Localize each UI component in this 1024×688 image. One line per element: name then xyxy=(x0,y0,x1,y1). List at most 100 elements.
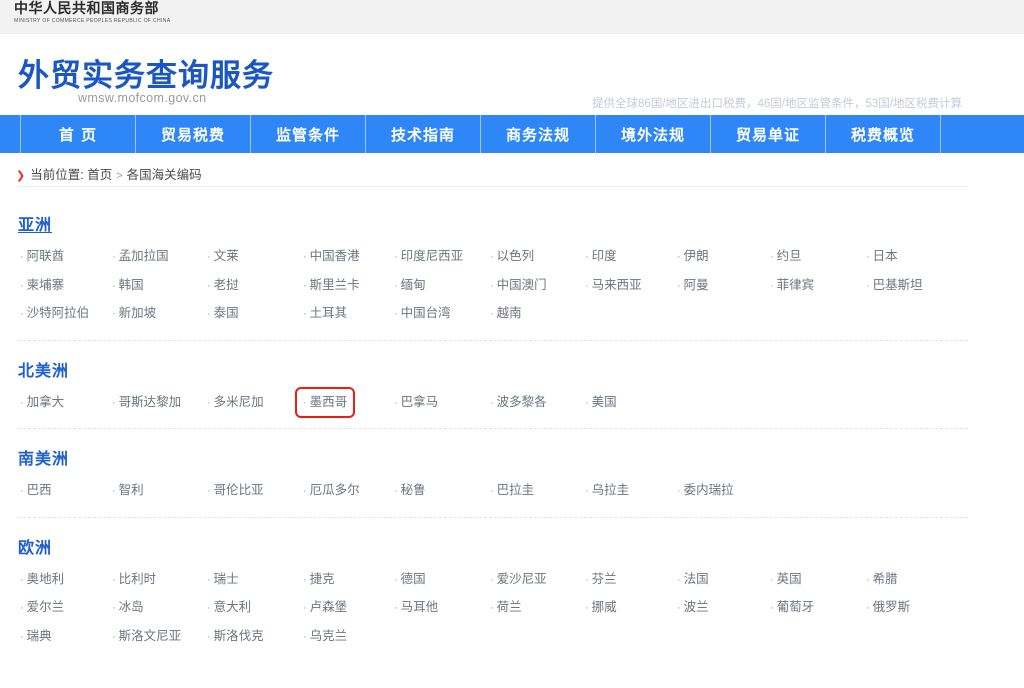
country-link[interactable]: ·瑞典 xyxy=(17,626,55,647)
country-link[interactable]: ·希腊 xyxy=(863,569,901,590)
bullet-icon: · xyxy=(303,397,307,409)
country-link[interactable]: ·老挝 xyxy=(204,275,242,296)
country-link[interactable]: ·爱沙尼亚 xyxy=(487,569,550,590)
bullet-icon: · xyxy=(677,280,681,292)
country-link[interactable]: ·乌拉圭 xyxy=(582,480,632,501)
nav-item-technical-guide[interactable]: 技术指南 xyxy=(365,115,480,153)
country-link[interactable]: ·约旦 xyxy=(767,246,805,267)
country-link[interactable]: ·墨西哥 xyxy=(300,392,350,413)
region-section-south-america: 南美洲 ·巴西 ·智利 ·哥伦比亚 ·厄瓜多尔 ·秘鲁 ·巴拉圭 ·乌拉圭 ·委内瑞拉 xyxy=(0,429,1024,509)
country-link[interactable]: ·阿曼 xyxy=(674,275,712,296)
country-link[interactable]: ·荷兰 xyxy=(487,597,525,618)
country-link[interactable]: ·多米尼加 xyxy=(204,392,267,413)
country-link[interactable]: ·马耳他 xyxy=(391,597,441,618)
country-link[interactable]: ·斯里兰卡 xyxy=(300,275,363,296)
country-link[interactable]: ·沙特阿拉伯 xyxy=(17,303,92,324)
country-link[interactable]: ·巴拿马 xyxy=(391,392,441,413)
country-link[interactable]: ·土耳其 xyxy=(300,303,350,324)
nav-item-overseas-regulations[interactable]: 境外法规 xyxy=(595,115,710,153)
country-link[interactable]: ·越南 xyxy=(487,303,525,324)
bullet-icon: · xyxy=(303,631,307,643)
bullet-icon: · xyxy=(112,631,116,643)
country-name: 挪威 xyxy=(592,600,617,614)
country-link[interactable]: ·孟加拉国 xyxy=(109,246,172,267)
country-link[interactable]: ·乌克兰 xyxy=(300,626,350,647)
country-link[interactable]: ·巴基斯坦 xyxy=(863,275,926,296)
country-link[interactable]: ·阿联酋 xyxy=(17,246,67,267)
country-link[interactable]: ·智利 xyxy=(109,480,147,501)
country-link[interactable]: ·美国 xyxy=(582,392,620,413)
country-link[interactable]: ·巴拉圭 xyxy=(487,480,537,501)
country-link[interactable]: ·斯洛伐克 xyxy=(204,626,267,647)
country-link[interactable]: ·葡萄牙 xyxy=(767,597,817,618)
region-title-south-america[interactable]: 南美洲 xyxy=(18,445,69,469)
region-title-north-america[interactable]: 北美洲 xyxy=(18,357,69,381)
country-link[interactable]: ·捷克 xyxy=(300,569,338,590)
country-link[interactable]: ·印度 xyxy=(582,246,620,267)
country-link[interactable]: ·英国 xyxy=(767,569,805,590)
country-link[interactable]: ·新加坡 xyxy=(109,303,159,324)
country-link[interactable]: ·柬埔寨 xyxy=(17,275,67,296)
country-link[interactable]: ·哥斯达黎加 xyxy=(109,392,184,413)
nav-item-business-regulations[interactable]: 商务法规 xyxy=(480,115,595,153)
country-link[interactable]: ·卢森堡 xyxy=(300,597,350,618)
country-link[interactable]: ·中国台湾 xyxy=(391,303,454,324)
country-link[interactable]: ·缅甸 xyxy=(391,275,429,296)
country-row: ·阿联酋 ·孟加拉国 ·文莱 ·中国香港 ·印度尼西亚 ·以色列 ·印度 ·伊朗 ·约旦 ·日本 xyxy=(18,246,1024,275)
country-link[interactable]: ·韩国 xyxy=(109,275,147,296)
country-link[interactable]: ·菲律宾 xyxy=(767,275,817,296)
country-link[interactable]: ·波兰 xyxy=(674,597,712,618)
country-link[interactable]: ·意大利 xyxy=(204,597,254,618)
bullet-icon: · xyxy=(490,574,494,586)
country-link[interactable]: ·奥地利 xyxy=(17,569,67,590)
country-name: 新加坡 xyxy=(119,306,157,320)
region-section-north-america: 北美洲 ·加拿大 ·哥斯达黎加 ·多米尼加 ·墨西哥 ·巴拿马 ·波多黎各 ·美国 xyxy=(0,341,1024,421)
country-link[interactable]: ·芬兰 xyxy=(582,569,620,590)
nav-item-trade-documents[interactable]: 贸易单证 xyxy=(710,115,825,153)
country-link[interactable]: ·瑞士 xyxy=(204,569,242,590)
country-name: 巴西 xyxy=(27,483,52,497)
region-title-europe[interactable]: 欧洲 xyxy=(18,534,52,558)
country-link[interactable]: ·委内瑞拉 xyxy=(674,480,737,501)
country-link[interactable]: ·泰国 xyxy=(204,303,242,324)
country-link[interactable]: ·加拿大 xyxy=(17,392,67,413)
country-link[interactable]: ·伊朗 xyxy=(674,246,712,267)
nav-item-trade-tax[interactable]: 贸易税费 xyxy=(135,115,250,153)
country-link[interactable]: ·德国 xyxy=(391,569,429,590)
bullet-icon: · xyxy=(112,251,116,263)
country-link[interactable]: ·俄罗斯 xyxy=(863,597,913,618)
nav-item-home[interactable]: 首 页 xyxy=(20,115,135,153)
country-link[interactable]: ·哥伦比亚 xyxy=(204,480,267,501)
bullet-icon: · xyxy=(207,280,211,292)
country-link[interactable]: ·中国澳门 xyxy=(487,275,550,296)
country-name: 斯洛文尼亚 xyxy=(119,629,182,643)
country-link[interactable]: ·巴西 xyxy=(17,480,55,501)
country-link[interactable]: ·马来西亚 xyxy=(582,275,645,296)
country-link[interactable]: ·厄瓜多尔 xyxy=(300,480,363,501)
breadcrumb-link-home[interactable]: 首页 xyxy=(87,168,112,182)
country-link[interactable]: ·比利时 xyxy=(109,569,159,590)
bullet-icon: · xyxy=(303,574,307,586)
country-link[interactable]: ·冰岛 xyxy=(109,597,147,618)
country-link[interactable]: ·中国香港 xyxy=(300,246,363,267)
country-link[interactable]: ·印度尼西亚 xyxy=(391,246,466,267)
country-link[interactable]: ·日本 xyxy=(863,246,901,267)
country-link[interactable]: ·挪威 xyxy=(582,597,620,618)
country-link[interactable]: ·斯洛文尼亚 xyxy=(109,626,184,647)
breadcrumb-arrow-icon: ❯ xyxy=(16,170,25,182)
country-link[interactable]: ·法国 xyxy=(674,569,712,590)
region-title-asia[interactable]: 亚洲 xyxy=(18,211,52,235)
country-link[interactable]: ·波多黎各 xyxy=(487,392,550,413)
bullet-icon: · xyxy=(207,308,211,320)
country-link[interactable]: ·以色列 xyxy=(487,246,537,267)
country-name: 巴基斯坦 xyxy=(873,278,923,292)
nav-item-regulatory-conditions[interactable]: 监管条件 xyxy=(250,115,365,153)
country-link[interactable]: ·秘鲁 xyxy=(391,480,429,501)
bullet-icon: · xyxy=(207,251,211,263)
country-link[interactable]: ·爱尔兰 xyxy=(17,597,67,618)
bullet-icon: · xyxy=(490,308,494,320)
nav-item-tax-overview[interactable]: 税费概览 xyxy=(825,115,940,153)
bullet-icon: · xyxy=(20,251,24,263)
bullet-icon: · xyxy=(394,397,398,409)
country-link[interactable]: ·文莱 xyxy=(204,246,242,267)
